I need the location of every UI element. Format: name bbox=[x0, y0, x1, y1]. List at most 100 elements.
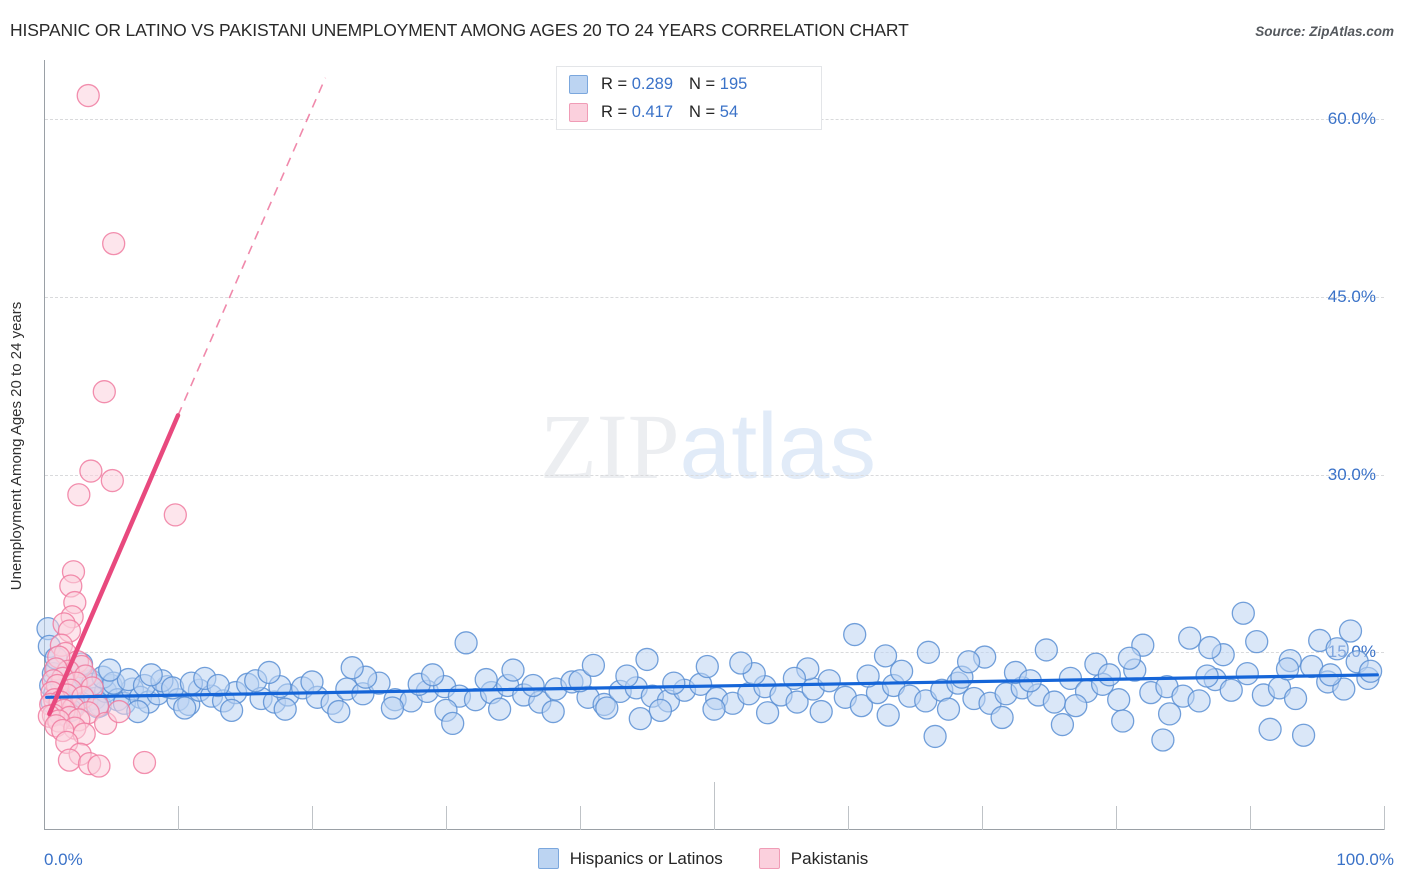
scatter-point bbox=[1219, 678, 1243, 702]
scatter-point bbox=[76, 83, 100, 108]
plot-area: 60.0%45.0%30.0%15.0% bbox=[36, 60, 1385, 830]
scatter-point bbox=[1338, 619, 1363, 643]
scatter-point bbox=[521, 673, 545, 698]
r-value-pakistanis: 0.417 bbox=[631, 102, 674, 121]
scatter-point bbox=[57, 748, 82, 772]
scatter-point bbox=[67, 483, 91, 507]
scatter-point bbox=[595, 696, 619, 720]
scatter-point bbox=[1198, 635, 1222, 660]
scatter-point bbox=[581, 653, 606, 677]
stats-row-pakistanis: R = 0.417 N = 54 bbox=[569, 98, 809, 126]
scatter-point bbox=[107, 699, 131, 724]
scatter-point bbox=[615, 664, 639, 688]
x-axis-tick bbox=[1384, 806, 1385, 830]
scatter-point bbox=[541, 699, 565, 724]
scatter-point bbox=[809, 699, 833, 724]
legend-label-pakistanis: Pakistanis bbox=[790, 848, 869, 868]
scatter-point bbox=[219, 698, 244, 723]
legend-item-hispanics[interactable]: Hispanics or Latinos bbox=[537, 848, 723, 869]
scatter-point bbox=[923, 724, 947, 749]
scatter-point bbox=[628, 706, 652, 731]
scatter-point bbox=[454, 631, 478, 655]
scatter-point bbox=[132, 750, 157, 775]
scatter-point bbox=[273, 697, 297, 721]
source-attribution: Source: ZipAtlas.com bbox=[1255, 24, 1394, 39]
scatter-point bbox=[936, 697, 961, 721]
scatter-point bbox=[1291, 723, 1316, 747]
scatter-point bbox=[1283, 686, 1308, 711]
legend-swatch-pakistanis bbox=[569, 102, 588, 122]
scatter-point bbox=[441, 711, 465, 736]
page-title: HISPANIC OR LATINO VS PAKISTANI UNEMPLOY… bbox=[10, 20, 909, 40]
stats-text-hispanics: R = 0.289 N = 195 bbox=[601, 75, 747, 94]
scatter-point bbox=[139, 663, 163, 687]
scatter-point bbox=[420, 663, 445, 687]
scatter-point bbox=[163, 503, 187, 527]
scatter-point bbox=[1157, 702, 1182, 726]
scatter-point bbox=[729, 651, 753, 675]
scatter-point bbox=[327, 699, 351, 724]
scatter-point bbox=[1042, 690, 1067, 714]
scatter-point bbox=[1050, 712, 1075, 737]
scatter-point bbox=[1235, 661, 1259, 686]
scatter-point bbox=[876, 703, 900, 727]
scatter-point bbox=[487, 697, 512, 721]
scatter-point bbox=[100, 468, 124, 493]
scatter-point bbox=[956, 650, 981, 674]
r-value-hispanics: 0.289 bbox=[631, 74, 674, 93]
scatter-point bbox=[257, 660, 281, 685]
scatter-point bbox=[79, 459, 103, 483]
scatter-point bbox=[173, 696, 197, 720]
trendline-extension bbox=[177, 77, 327, 416]
statistics-legend: R = 0.289 N = 195 R = 0.417 N = 54 bbox=[556, 66, 822, 130]
scatter-point bbox=[1034, 638, 1058, 662]
scatter-point bbox=[916, 640, 941, 664]
scatter-point bbox=[1107, 688, 1131, 712]
scatter-point bbox=[695, 654, 719, 679]
scatter-point bbox=[1258, 717, 1282, 741]
scatter-point bbox=[340, 656, 364, 680]
scatter-point bbox=[1064, 693, 1088, 718]
n-label-hispanics: N = bbox=[689, 74, 716, 93]
scatter-point bbox=[92, 380, 116, 404]
r-label-hispanics: R = bbox=[601, 74, 628, 93]
scatter-point bbox=[1358, 659, 1383, 683]
n-value-pakistanis: 54 bbox=[719, 102, 739, 121]
r-label-pakistanis: R = bbox=[601, 102, 628, 121]
scatter-point bbox=[102, 231, 126, 256]
scatter-point bbox=[1111, 709, 1135, 733]
n-value-hispanics: 195 bbox=[719, 74, 748, 93]
scatter-point bbox=[1178, 626, 1202, 650]
scatter-point bbox=[1151, 728, 1175, 752]
n-label-pakistanis: N = bbox=[689, 102, 716, 121]
scatter-point bbox=[98, 658, 122, 682]
legend-color-pakistanis bbox=[758, 848, 780, 869]
scatter-point bbox=[474, 667, 498, 692]
scatter-point bbox=[1097, 663, 1121, 687]
scatter-point bbox=[648, 698, 673, 723]
scatter-point bbox=[635, 647, 659, 672]
scatter-point bbox=[1231, 601, 1255, 625]
scatter-point bbox=[843, 622, 867, 647]
scatter-point bbox=[662, 671, 686, 695]
scatter-point bbox=[380, 696, 405, 720]
series-legend: Hispanics or Latinos Pakistanis bbox=[0, 848, 1406, 869]
scatter-point bbox=[300, 670, 324, 694]
scatter-point bbox=[755, 701, 780, 725]
scatter-point bbox=[87, 754, 111, 778]
scatter-point bbox=[702, 697, 726, 721]
scatter-point bbox=[1187, 689, 1211, 713]
legend-color-hispanics bbox=[537, 848, 559, 869]
scatter-point bbox=[817, 669, 841, 693]
stats-text-pakistanis: R = 0.417 N = 54 bbox=[601, 103, 738, 122]
chart-root: HISPANIC OR LATINO VS PAKISTANI UNEMPLOY… bbox=[0, 0, 1406, 892]
scatter-layer bbox=[36, 77, 1383, 778]
scatter-point bbox=[873, 644, 898, 668]
scatter-point bbox=[501, 658, 525, 682]
legend-swatch-hispanics bbox=[569, 74, 588, 94]
legend-label-hispanics: Hispanics or Latinos bbox=[569, 848, 723, 868]
stats-row-hispanics: R = 0.289 N = 195 bbox=[569, 70, 809, 98]
legend-item-pakistanis[interactable]: Pakistanis bbox=[758, 848, 869, 869]
scatter-point bbox=[1117, 646, 1142, 670]
scatter-point bbox=[990, 705, 1014, 730]
